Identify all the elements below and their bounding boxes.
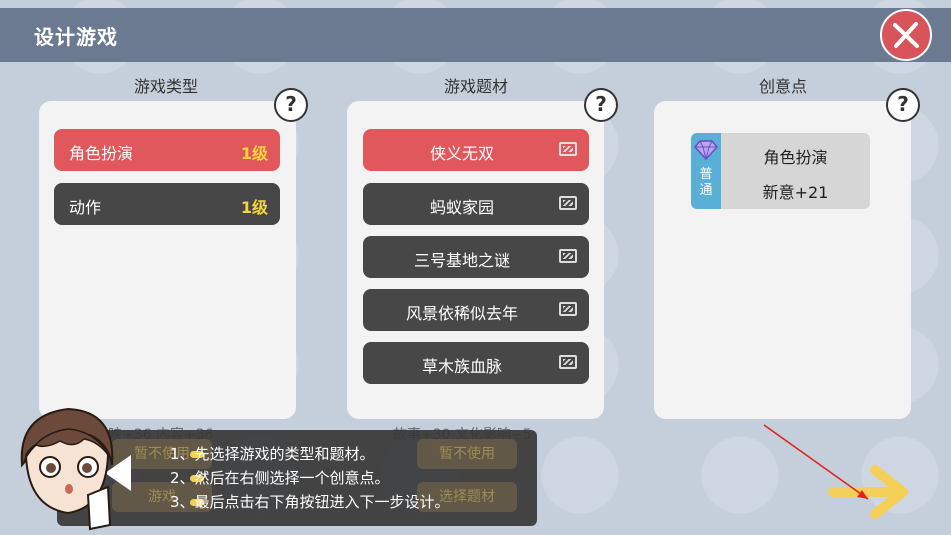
theme-item-label: 侠义无双 <box>429 144 494 163</box>
page-title: 设计游戏 <box>34 25 118 49</box>
tv-icon <box>559 302 577 316</box>
genre-item-level: 1级 <box>240 144 268 163</box>
theme-column-title: 游戏题材 <box>443 77 508 96</box>
genre-item-action[interactable]: 动作 1级 <box>54 183 280 225</box>
idea-help-icon[interactable]: ? <box>886 88 920 122</box>
theme-item-2[interactable]: 蚂蚁家园 <box>363 183 589 225</box>
genre-column-title: 游戏类型 <box>133 77 198 96</box>
theme-item-label: 三号基地之谜 <box>413 251 510 270</box>
theme-item-4[interactable]: 风景依稀似去年 <box>363 289 589 331</box>
theme-item-1[interactable]: 侠义无双 <box>363 129 589 171</box>
tv-icon <box>559 355 577 369</box>
genre-item-roleplay[interactable]: 角色扮演 1级 <box>54 129 280 171</box>
theme-item-label: 蚂蚁家园 <box>429 198 494 217</box>
idea-rank-strip: 普通 <box>691 133 721 209</box>
idea-column-title: 创意点 <box>758 77 807 96</box>
close-button[interactable] <box>880 9 932 61</box>
idea-bonus: 新意+21 <box>762 183 829 202</box>
genre-item-level: 1级 <box>240 198 268 217</box>
genre-help-icon[interactable]: ? <box>274 88 308 122</box>
ghost-unuse-button-right: 暂不使用 <box>417 439 517 469</box>
tv-icon <box>559 196 577 210</box>
diamond-icon <box>694 140 718 161</box>
tip-line-3: 3、最后点击右下角按钮进入下一步设计。 <box>170 493 450 511</box>
arrow-right-icon[interactable] <box>825 462 920 522</box>
idea-name: 角色扮演 <box>763 148 828 167</box>
genre-item-label: 动作 <box>69 198 102 217</box>
tv-icon <box>559 249 577 263</box>
theme-item-3[interactable]: 三号基地之谜 <box>363 236 589 278</box>
close-x-icon <box>893 22 919 48</box>
idea-rank-label: 普通 <box>699 167 713 198</box>
tip-line-1: 1、先选择游戏的类型和题材。 <box>170 445 375 463</box>
theme-item-label: 风景依稀似去年 <box>405 304 518 323</box>
tip-line-2: 2、然后在右侧选择一个创意点。 <box>170 469 390 487</box>
theme-item-label: 草木族血脉 <box>421 357 502 376</box>
genre-item-label: 角色扮演 <box>69 144 134 163</box>
character-avatar <box>20 407 114 531</box>
tv-icon <box>559 142 577 156</box>
theme-item-5[interactable]: 草木族血脉 <box>363 342 589 384</box>
header-bar: 设计游戏 <box>0 8 951 62</box>
idea-card[interactable]: 普通 角色扮演 新意+21 <box>691 133 870 209</box>
theme-help-icon[interactable]: ? <box>584 88 618 122</box>
